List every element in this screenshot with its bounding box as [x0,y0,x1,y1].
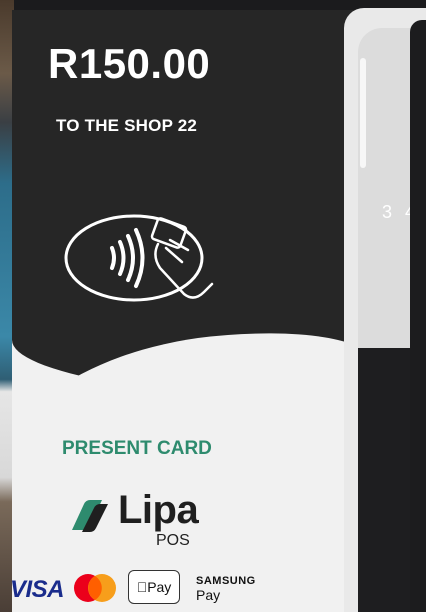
lipa-pos-suffix: POS [156,532,190,549]
mastercard-icon [74,574,116,602]
merchant-name: TO THE SHOP 22 [56,116,198,135]
payment-amount: R150.00 [48,40,211,87]
samsung-pay-label: Pay [196,587,221,603]
right-device-edge [410,20,426,612]
contactless-tap-icon [64,214,214,302]
apple-pay-label: Pay [141,579,171,595]
payment-methods-row: VISA Pay SAMSUNG Pay [12,570,356,612]
samsung-label: SAMSUNG [196,575,256,587]
lipa-pos-logo: Lipa POS [68,486,208,552]
apple-icon:  [137,579,148,595]
pos-terminal-screen: R150.00 TO THE SHOP 22 PRESENT CARD Lipa… [12,10,358,612]
apple-pay-logo: Pay [128,570,180,604]
visa-logo: VISA [12,576,65,603]
lipa-wordmark: Lipa [118,488,199,532]
lipa-leaf-icon [72,500,108,532]
present-card-prompt: PRESENT CARD [62,438,212,459]
samsung-pay-logo: SAMSUNG Pay [196,574,256,602]
scrollbar[interactable] [360,58,366,168]
